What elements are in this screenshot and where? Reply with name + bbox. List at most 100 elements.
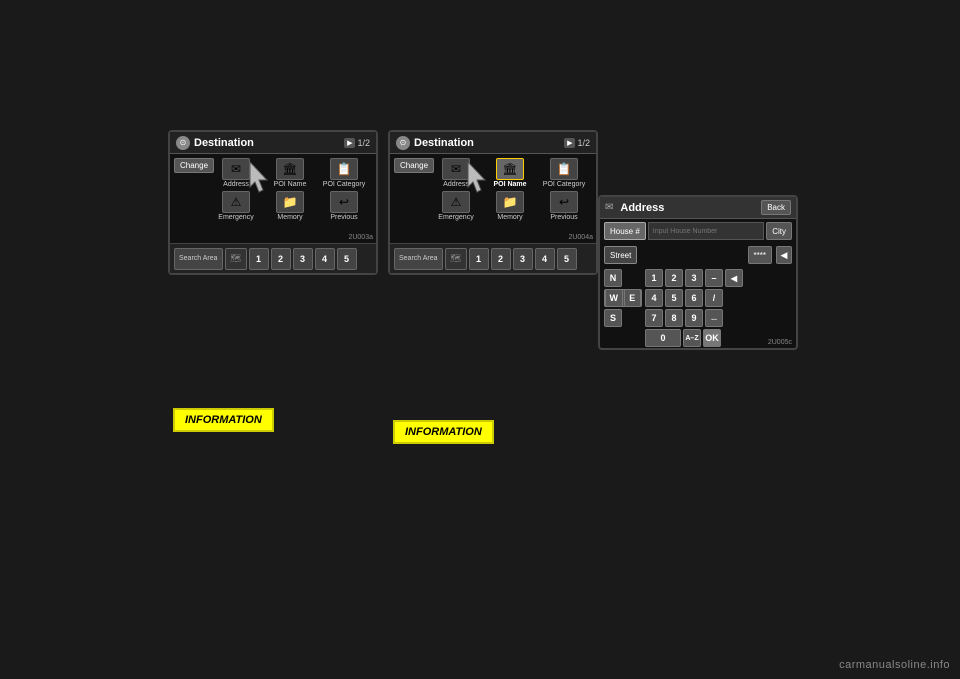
category-icon-1: 📋: [330, 158, 358, 180]
dest-item-memory-2[interactable]: 📁 Memory: [484, 191, 536, 222]
num-3-2[interactable]: 3: [513, 248, 533, 270]
category-label-1: POI Category: [323, 181, 365, 189]
key-az[interactable]: A–Z: [683, 329, 701, 347]
dest-bottom-1: Search Area 🗺 1 2 3 4 5: [170, 243, 376, 273]
numpad: 1 2 3 – ◀ 4 5 6 / 7 8 9 ... 0 A–Z OK: [645, 269, 792, 347]
address-icon-1: ✉: [222, 158, 250, 180]
city-button[interactable]: City: [766, 222, 792, 240]
dest-item-memory-1[interactable]: 📁 Memory: [264, 191, 316, 222]
num-1-2[interactable]: 1: [469, 248, 489, 270]
dest-item-address-2[interactable]: ✉ Address: [430, 158, 482, 189]
address-title: Address: [620, 202, 757, 214]
emergency-label-2: Emergency: [438, 214, 473, 222]
direction-keys: N W E S: [604, 269, 642, 347]
memory-label-2: Memory: [497, 214, 522, 222]
img-id-3: 2U005c: [768, 339, 792, 346]
memory-icon-1: 📁: [276, 191, 304, 213]
img-id-1: 2U003a: [348, 234, 373, 241]
keypad-area: N W E S 1 2 3 – ◀ 4 5 6 / 7: [600, 267, 796, 349]
key-2[interactable]: 2: [665, 269, 683, 287]
dest-header-2: ⊙ Destination ▶ 1/2: [390, 132, 596, 154]
address-label-1: Address: [223, 181, 249, 189]
search-area-btn-1[interactable]: Search Area: [174, 248, 223, 270]
map-btn-2[interactable]: 🗺: [445, 248, 467, 270]
dest-title-1: Destination: [194, 137, 340, 149]
dest-grid-1: ✉ Address 🏛 POI Name 📋 POI Category ⚠ Em…: [208, 156, 372, 223]
key-0[interactable]: 0: [645, 329, 681, 347]
key-slash[interactable]: /: [705, 289, 723, 307]
dest-page-2: ▶ 1/2: [564, 138, 590, 148]
emergency-icon-2: ⚠: [442, 191, 470, 213]
poi-icon-2: 🏛: [496, 158, 524, 180]
dest-item-category-2[interactable]: 📋 POI Category: [538, 158, 590, 189]
previous-label-1: Previous: [330, 214, 357, 222]
previous-icon-1: ↩: [330, 191, 358, 213]
poi-label-1: POI Name: [274, 181, 307, 189]
we-key-row: W E: [604, 289, 642, 307]
street-row: Street **** ◀: [600, 243, 796, 267]
address-icon-2: ✉: [442, 158, 470, 180]
img-id-2: 2U004a: [568, 234, 593, 241]
dest-item-emergency-2[interactable]: ⚠ Emergency: [430, 191, 482, 222]
numpad-row-3: 7 8 9 ...: [645, 309, 792, 327]
num-5-1[interactable]: 5: [337, 248, 357, 270]
w-key[interactable]: W: [605, 289, 623, 307]
house-number-button[interactable]: House #: [604, 222, 646, 240]
dest-item-poi-2[interactable]: 🏛 POI Name: [484, 158, 536, 189]
key-dash[interactable]: –: [705, 269, 723, 287]
street-button[interactable]: Street: [604, 246, 637, 264]
key-6[interactable]: 6: [685, 289, 703, 307]
key-9[interactable]: 9: [685, 309, 703, 327]
info-box-2: INFORMATION: [393, 420, 494, 444]
backspace-button[interactable]: ◀: [776, 246, 792, 264]
page-arrow-2[interactable]: ▶: [564, 138, 575, 148]
s-key[interactable]: S: [604, 309, 622, 327]
back-button[interactable]: Back: [761, 200, 791, 215]
watermark: carmanualsoline.info: [839, 659, 950, 671]
search-area-btn-2[interactable]: Search Area: [394, 248, 443, 270]
dest-item-previous-2[interactable]: ↩ Previous: [538, 191, 590, 222]
numpad-row-1: 1 2 3 – ◀: [645, 269, 792, 287]
key-4[interactable]: 4: [645, 289, 663, 307]
e-key[interactable]: E: [624, 289, 642, 307]
key-1[interactable]: 1: [645, 269, 663, 287]
dest-item-address-1[interactable]: ✉ Address: [210, 158, 262, 189]
num-4-1[interactable]: 4: [315, 248, 335, 270]
key-8[interactable]: 8: [665, 309, 683, 327]
num-1-1[interactable]: 1: [249, 248, 269, 270]
destination-panel-1: ⊙ Destination ▶ 1/2 Change ✉ Address 🏛 P…: [168, 130, 378, 275]
dest-item-emergency-1[interactable]: ⚠ Emergency: [210, 191, 262, 222]
numpad-row-2: 4 5 6 /: [645, 289, 792, 307]
previous-icon-2: ↩: [550, 191, 578, 213]
map-btn-1[interactable]: 🗺: [225, 248, 247, 270]
num-3-1[interactable]: 3: [293, 248, 313, 270]
emergency-icon-1: ⚠: [222, 191, 250, 213]
dest-item-category-1[interactable]: 📋 POI Category: [318, 158, 370, 189]
num-2-1[interactable]: 2: [271, 248, 291, 270]
key-5[interactable]: 5: [665, 289, 683, 307]
dest-icon-1: ⊙: [176, 136, 190, 150]
dest-item-poi-1[interactable]: 🏛 POI Name: [264, 158, 316, 189]
num-5-2[interactable]: 5: [557, 248, 577, 270]
key-3[interactable]: 3: [685, 269, 703, 287]
key-ok[interactable]: OK: [703, 329, 721, 347]
info-box-1: INFORMATION: [173, 408, 274, 432]
key-backspace[interactable]: ◀: [725, 269, 743, 287]
num-4-2[interactable]: 4: [535, 248, 555, 270]
page-arrow-1[interactable]: ▶: [344, 138, 355, 148]
key-7[interactable]: 7: [645, 309, 663, 327]
poi-label-2: POI Name: [493, 181, 526, 189]
dest-item-previous-1[interactable]: ↩ Previous: [318, 191, 370, 222]
memory-icon-2: 📁: [496, 191, 524, 213]
dest-title-2: Destination: [414, 137, 560, 149]
dots-button[interactable]: ****: [748, 246, 772, 264]
address-envelope-icon: ✉: [605, 202, 613, 213]
key-ellipsis[interactable]: ...: [705, 309, 723, 327]
n-key[interactable]: N: [604, 269, 622, 287]
house-number-input[interactable]: [648, 222, 764, 240]
num-2-2[interactable]: 2: [491, 248, 511, 270]
dest-icon-2: ⊙: [396, 136, 410, 150]
poi-icon-1: 🏛: [276, 158, 304, 180]
category-icon-2: 📋: [550, 158, 578, 180]
house-number-row: House # City: [600, 219, 796, 243]
